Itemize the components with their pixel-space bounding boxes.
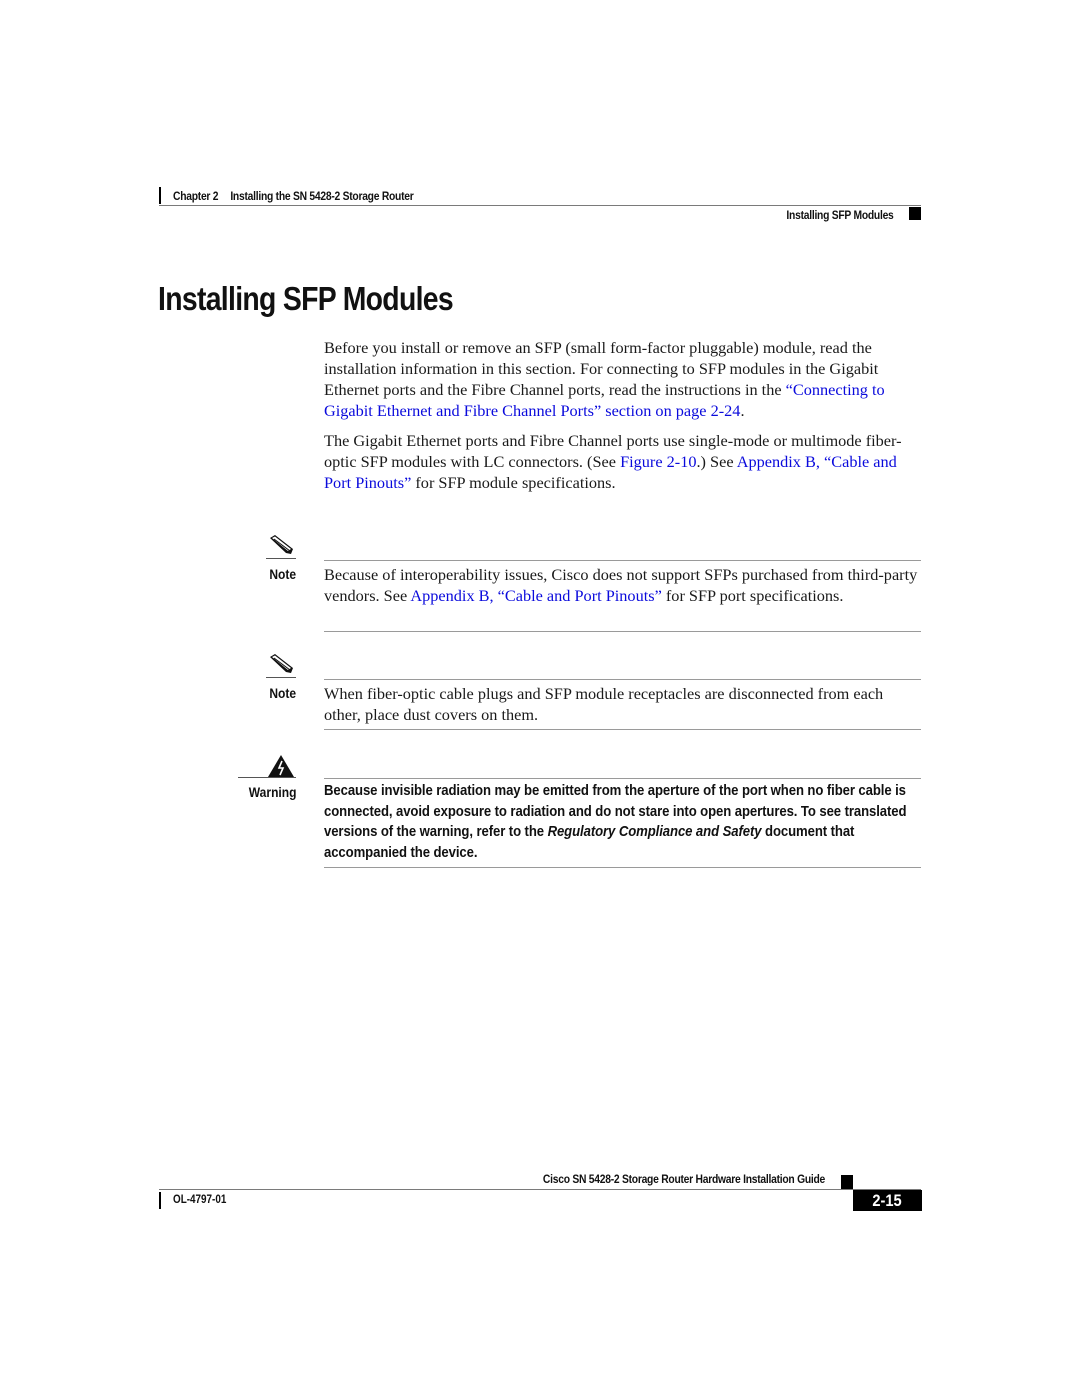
running-header-section: Installing SFP Modules [786,208,894,222]
page-title: Installing SFP Modules [158,280,454,317]
header-left-bar [159,187,161,204]
chapter-label: Chapter 2 [173,189,219,203]
figure-link[interactable]: Figure 2-10 [620,452,696,471]
note2-icon-underline [266,677,296,678]
regulatory-doc-title: Regulatory Compliance and Safety [547,824,762,840]
note1-icon-underline [266,558,296,559]
note1-bottom-rule [324,631,921,632]
note1-label: Note [269,566,296,582]
footer-square-marker [841,1175,853,1189]
chapter-title: Installing the SN 5428-2 Storage Router [230,189,414,203]
note1-top-rule [324,560,921,561]
warning-label: Warning [248,784,296,800]
note1-text: Because of interoperability issues, Cisc… [324,564,924,606]
footer-guide-title: Cisco SN 5428-2 Storage Router Hardware … [542,1172,825,1186]
page-number: 2-15 [872,1191,903,1210]
note2-label: Note [269,685,296,701]
footer-rule [159,1189,921,1190]
header-rule [159,205,921,206]
warning-bottom-rule [324,867,921,868]
note2-text: When fiber-optic cable plugs and SFP mod… [324,684,884,724]
intro-paragraph: Before you install or remove an SFP (sma… [324,337,924,421]
note1-appendix-link[interactable]: Appendix B, “Cable and Port Pinouts” [410,586,661,605]
running-header-chapter: Chapter 2 Installing the SN 5428-2 Storag… [173,189,414,203]
footer-left-bar [159,1192,161,1209]
page-number-badge: 2-15 [853,1190,922,1211]
connectors-paragraph: The Gigabit Ethernet ports and Fibre Cha… [324,430,924,493]
note2-top-rule [324,679,921,680]
warning-icon-underline [238,777,296,778]
connectors-text-b: .) See [696,452,737,471]
connectors-text-c: for SFP module specifications. [411,473,616,492]
note1-text-b: for SFP port specifications. [661,586,844,605]
warning-text: Because invisible radiation may be emitt… [324,781,934,863]
note2-bottom-rule [324,729,921,730]
intro-end: . [740,401,745,420]
footer-doc-number: OL-4797-01 [173,1194,227,1206]
warning-top-rule [324,778,921,779]
header-square-marker [909,207,921,220]
